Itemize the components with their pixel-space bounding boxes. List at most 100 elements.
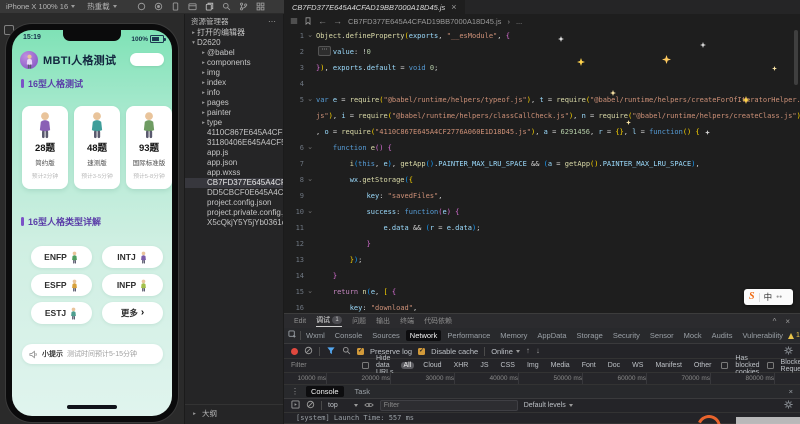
search-icon[interactable] <box>342 346 351 357</box>
quiz-card[interactable]: 28题 简约版 预计2分钟 <box>22 106 68 189</box>
network-type-filter-doc[interactable]: Doc <box>605 362 623 369</box>
filter-funnel-icon[interactable] <box>326 346 336 357</box>
capsule-button[interactable] <box>130 53 164 66</box>
devtools-tab-security[interactable]: Security <box>609 330 644 341</box>
devtools-tab-storage[interactable]: Storage <box>573 330 607 341</box>
editor-scrollbar[interactable] <box>794 30 798 85</box>
explorer-file[interactable]: project.config.json <box>185 198 283 208</box>
ime-tools-icon[interactable]: ●● <box>776 295 782 300</box>
tip-bar[interactable]: 小提示 测试时间预计5-15分钟 <box>22 344 163 364</box>
devtools-tab-network[interactable]: Network <box>406 330 442 341</box>
window-icon[interactable] <box>188 2 197 11</box>
panel-tab-代码依赖[interactable]: 代码依赖 <box>424 316 452 326</box>
explorer-file[interactable]: app.wxss <box>185 168 283 178</box>
breadcrumb-more[interactable]: ... <box>516 17 522 26</box>
frame-selector-icon[interactable] <box>291 400 300 411</box>
explorer-file[interactable]: project.private.config.js... <box>185 208 283 218</box>
console-tab-task[interactable]: Task <box>350 386 375 397</box>
explorer-folder-type[interactable]: ▸ type <box>185 118 283 128</box>
breadcrumb-file[interactable]: CB7FD377E645A4CFAD19BB7000A18D45.js <box>348 17 501 26</box>
type-pill-ESFP[interactable]: ESFP <box>31 274 92 296</box>
gear-icon[interactable] <box>784 346 793 357</box>
export-har-icon[interactable]: ↓ <box>536 347 540 355</box>
explorer-file[interactable]: 31180406E645A4CF57... <box>185 138 283 148</box>
network-type-filter-xhr[interactable]: XHR <box>451 362 472 369</box>
import-har-icon[interactable]: ↑ <box>526 347 530 355</box>
network-type-filter-other[interactable]: Other <box>691 362 715 369</box>
panel-tab-Edit[interactable]: Edit <box>294 318 306 325</box>
close-icon[interactable]: × <box>451 3 456 12</box>
network-type-filter-js[interactable]: JS <box>477 362 491 369</box>
devtools-tab-console[interactable]: Console <box>331 330 367 341</box>
network-type-filter-css[interactable]: CSS <box>498 362 518 369</box>
explorer-folder-painter[interactable]: ▸ painter <box>185 108 283 118</box>
explorer-file[interactable]: app.js <box>185 148 283 158</box>
network-type-filter-all[interactable]: All <box>401 362 415 369</box>
device-icon[interactable] <box>171 2 180 11</box>
close-icon[interactable]: × <box>789 387 793 396</box>
console-tab-console[interactable]: Console <box>306 386 344 397</box>
devtools-tab-appdata[interactable]: AppData <box>533 330 570 341</box>
back-icon[interactable]: ← <box>318 16 327 26</box>
explorer-file[interactable]: app.json <box>185 158 283 168</box>
type-pill-ENFP[interactable]: ENFP <box>31 246 92 268</box>
eye-icon[interactable] <box>364 401 374 411</box>
explorer-folder-pages[interactable]: ▸ pages <box>185 98 283 108</box>
network-type-filter-cloud[interactable]: Cloud <box>420 362 444 369</box>
devtools-tab-memory[interactable]: Memory <box>496 330 531 341</box>
disable-cache-checkbox[interactable]: ✓ <box>418 348 425 355</box>
network-filter-input[interactable] <box>291 361 355 371</box>
git-branch-icon[interactable] <box>239 2 248 11</box>
fold-icon[interactable]: › <box>304 92 316 108</box>
network-type-filter-media[interactable]: Media <box>548 362 573 369</box>
explorer-file[interactable]: DD5CBCF0E645A4CF8... <box>185 188 283 198</box>
log-levels-select[interactable]: Default levels <box>524 402 573 409</box>
network-type-filter-img[interactable]: Img <box>524 362 542 369</box>
forward-icon[interactable]: → <box>333 16 342 26</box>
devtools-tab-vulnerability[interactable]: Vulnerability <box>738 330 787 341</box>
devtools-tab-performance[interactable]: Performance <box>443 330 494 341</box>
code-area[interactable]: 1 › Object.defineProperty(exports, "__es… <box>284 28 800 313</box>
compile-icon[interactable] <box>137 2 146 11</box>
ime-mode[interactable]: 中 <box>764 293 773 302</box>
panel-tab-输出[interactable]: 输出 <box>376 316 390 326</box>
ime-toolbar[interactable]: S 中 ●● <box>744 289 793 305</box>
explorer-folder-babel[interactable]: ▸ @babel <box>185 48 283 58</box>
preserve-log-checkbox[interactable]: ✓ <box>357 348 364 355</box>
network-type-filter-ws[interactable]: WS <box>629 362 646 369</box>
bookmark-icon[interactable] <box>304 17 312 25</box>
list-icon[interactable] <box>290 17 298 25</box>
record-icon[interactable] <box>154 2 163 11</box>
editor-tab[interactable]: CB7FD377E645A4CFAD19BB7000A18D45.js × <box>284 0 465 14</box>
hot-reload-selector[interactable]: 热重载 <box>81 1 123 12</box>
explorer-file[interactable]: 4110C867E645A4CF27... <box>185 128 283 138</box>
blocked-cookies-checkbox[interactable] <box>721 362 728 369</box>
clear-icon[interactable] <box>304 346 313 357</box>
type-pill-INTJ[interactable]: INTJ <box>102 246 163 268</box>
devtools-tab-mock[interactable]: Mock <box>680 330 706 341</box>
fold-icon[interactable]: › <box>304 28 316 44</box>
quiz-card[interactable]: 93题 国际标准版 预计5-8分钟 <box>126 106 172 189</box>
files-icon[interactable] <box>205 2 214 11</box>
inspect-icon[interactable] <box>288 330 297 341</box>
panel-tab-终端[interactable]: 终端 <box>400 316 414 326</box>
type-pill-ESTJ[interactable]: ESTJ <box>31 302 92 324</box>
explorer-folder-index[interactable]: ▸ index <box>185 78 283 88</box>
devtools-tab-audits[interactable]: Audits <box>708 330 737 341</box>
panel-tab-调试[interactable]: 调试1 <box>316 315 342 327</box>
fold-ellipsis[interactable]: ⋯ <box>318 46 331 56</box>
more-icon[interactable]: ⋯ <box>268 17 277 26</box>
network-type-filter-font[interactable]: Font <box>579 362 599 369</box>
warning-badge[interactable]: 1 <box>788 332 800 339</box>
fold-icon[interactable]: › <box>304 140 316 156</box>
explorer-file[interactable]: X5cQkjY5Y5jYb0361c0... <box>185 218 283 228</box>
devtools-tab-sensor[interactable]: Sensor <box>646 330 678 341</box>
fold-icon[interactable]: › <box>304 284 316 300</box>
clear-console-icon[interactable] <box>306 400 315 411</box>
blocked-requests-checkbox[interactable] <box>767 362 774 369</box>
close-icon[interactable]: × <box>785 317 790 326</box>
outline-section[interactable]: ▸ 大纲 <box>185 404 283 421</box>
panel-tab-问题[interactable]: 问题 <box>352 316 366 326</box>
explorer-folder-img[interactable]: ▸ img <box>185 68 283 78</box>
search-icon[interactable] <box>222 2 231 11</box>
